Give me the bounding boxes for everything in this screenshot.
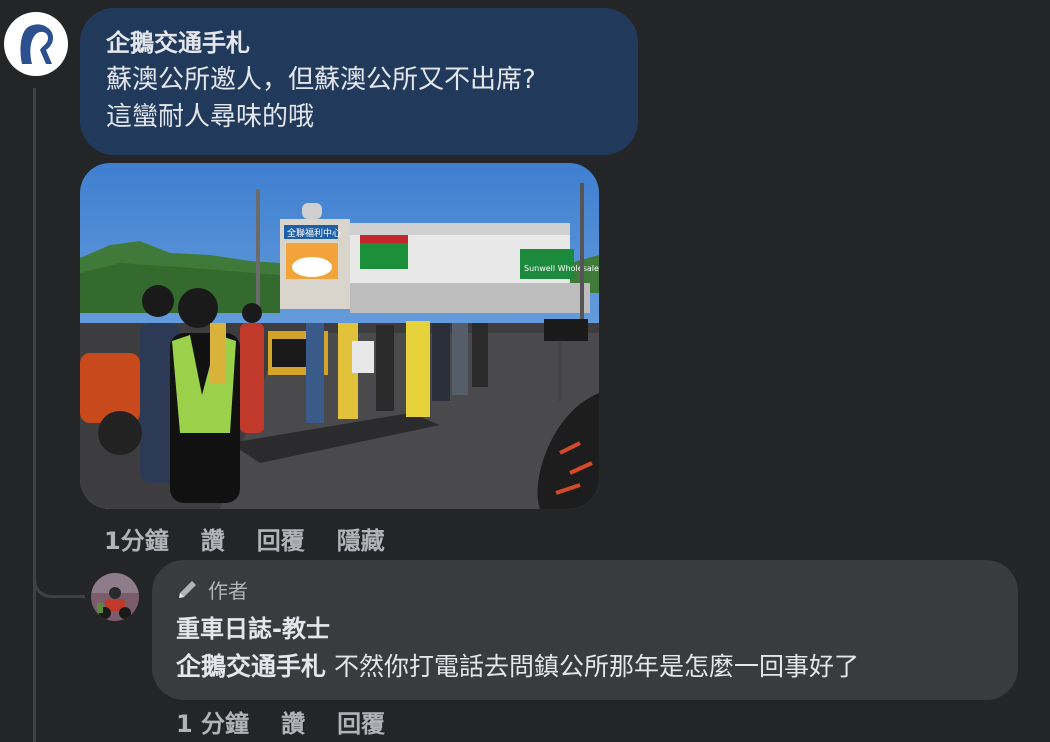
store-sign-1: 全聯福利中心 <box>287 227 341 239</box>
reply-avatar-image <box>91 573 139 621</box>
comment-timestamp[interactable]: 1分鐘 <box>104 521 169 556</box>
like-button[interactable]: 讚 <box>201 521 225 556</box>
author-badge: 作者 <box>176 574 994 604</box>
comment-actions: 1分鐘 讚 回覆 隱藏 <box>104 521 417 556</box>
comment-text: 蘇澳公所邀人，但蘇澳公所又不出席? 這蠻耐人尋味的哦 <box>106 62 612 136</box>
reply-like-button[interactable]: 讚 <box>281 704 305 739</box>
reply-bubble: 作者 重車日誌-教士 企鵝交通手札 不然你打電話去問鎮公所那年是怎麼一回事好了 <box>152 560 1018 700</box>
reply-avatar[interactable] <box>91 573 139 621</box>
reply-actions: 1 分鐘 讚 回覆 <box>176 704 417 739</box>
reply-text: 企鵝交通手札 不然你打電話去問鎮公所那年是怎麼一回事好了 <box>176 650 994 684</box>
reply-timestamp[interactable]: 1 分鐘 <box>176 704 249 739</box>
mention-link[interactable]: 企鵝交通手札 <box>176 652 326 681</box>
hide-button[interactable]: 隱藏 <box>337 521 385 556</box>
author-badge-label: 作者 <box>208 578 248 603</box>
reply-button[interactable]: 回覆 <box>257 521 305 556</box>
store-sign-2: Sunwell Wholesale <box>524 264 599 273</box>
comment-text-line: 蘇澳公所邀人，但蘇澳公所又不出席? <box>106 65 536 95</box>
comment-author[interactable]: 企鵝交通手札 <box>106 28 612 58</box>
comment-bubble: 企鵝交通手札 蘇澳公所邀人，但蘇澳公所又不出席? 這蠻耐人尋味的哦 <box>80 8 638 155</box>
reply-text-body: 不然你打電話去問鎮公所那年是怎麼一回事好了 <box>326 652 859 681</box>
thread-line <box>33 88 36 742</box>
comment-thread: 企鵝交通手札 蘇澳公所邀人，但蘇澳公所又不出席? 這蠻耐人尋味的哦 全聯福利中心… <box>0 0 1050 742</box>
thread-branch-line <box>33 560 85 598</box>
pencil-icon <box>179 581 196 598</box>
comment-photo[interactable]: 全聯福利中心 Sunwell Wholesale <box>80 163 599 509</box>
reply-reply-button[interactable]: 回覆 <box>337 704 385 739</box>
comment-text-line: 這蠻耐人尋味的哦 <box>106 102 315 132</box>
avatar[interactable] <box>4 12 68 76</box>
penguin-logo-icon <box>20 24 54 64</box>
reply-author[interactable]: 重車日誌-教士 <box>176 614 994 644</box>
protest-photo-image: 全聯福利中心 Sunwell Wholesale <box>80 163 599 509</box>
